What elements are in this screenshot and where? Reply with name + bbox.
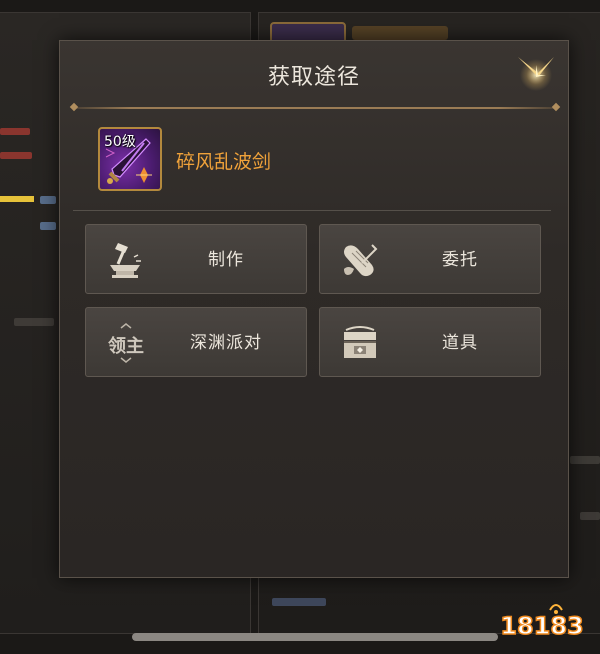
watermark-logo: 18183 <box>500 604 584 640</box>
watermark-text: 18183 <box>500 612 584 640</box>
source-button-abyss-party[interactable]: 领主 深渊派对 <box>85 307 307 377</box>
source-button-craft[interactable]: 制作 <box>85 224 307 294</box>
background-red-text <box>0 152 32 159</box>
treasure-chest-icon <box>344 326 376 358</box>
lord-icon-text: 领主 <box>108 336 144 357</box>
acquisition-dialog: 获取途径 50级 碎风乱波剑 制作 委托 领主 深渊派对 道具 <box>59 40 569 578</box>
source-label: 委托 <box>442 250 478 270</box>
background-yellow-bar <box>0 196 34 202</box>
source-button-commission[interactable]: 委托 <box>319 224 541 294</box>
background-red-text <box>0 128 30 135</box>
item-name: 碎风乱波剑 <box>176 151 272 173</box>
background-number <box>40 222 56 230</box>
background-text <box>570 456 600 464</box>
close-button[interactable] <box>512 51 560 99</box>
background-text <box>580 512 600 520</box>
home-indicator[interactable] <box>132 633 498 641</box>
item-level-badge: 50级 <box>104 134 136 150</box>
dialog-title: 获取途径 <box>267 65 360 90</box>
anvil-hammer-icon <box>110 243 141 278</box>
source-label: 道具 <box>442 333 478 353</box>
background-item-name <box>352 26 448 40</box>
title-divider <box>73 107 557 109</box>
source-label: 深渊派对 <box>190 333 262 353</box>
source-label: 制作 <box>208 250 244 270</box>
lord-icon: 领主 <box>104 322 148 364</box>
close-star-icon <box>518 57 554 93</box>
background-number <box>40 196 56 204</box>
item-icon[interactable]: 50级 <box>98 127 162 191</box>
item-divider <box>73 210 551 211</box>
scroll-icon <box>344 244 378 277</box>
background-text <box>272 598 326 606</box>
source-button-item[interactable]: 道具 <box>319 307 541 377</box>
background-text <box>14 318 54 326</box>
